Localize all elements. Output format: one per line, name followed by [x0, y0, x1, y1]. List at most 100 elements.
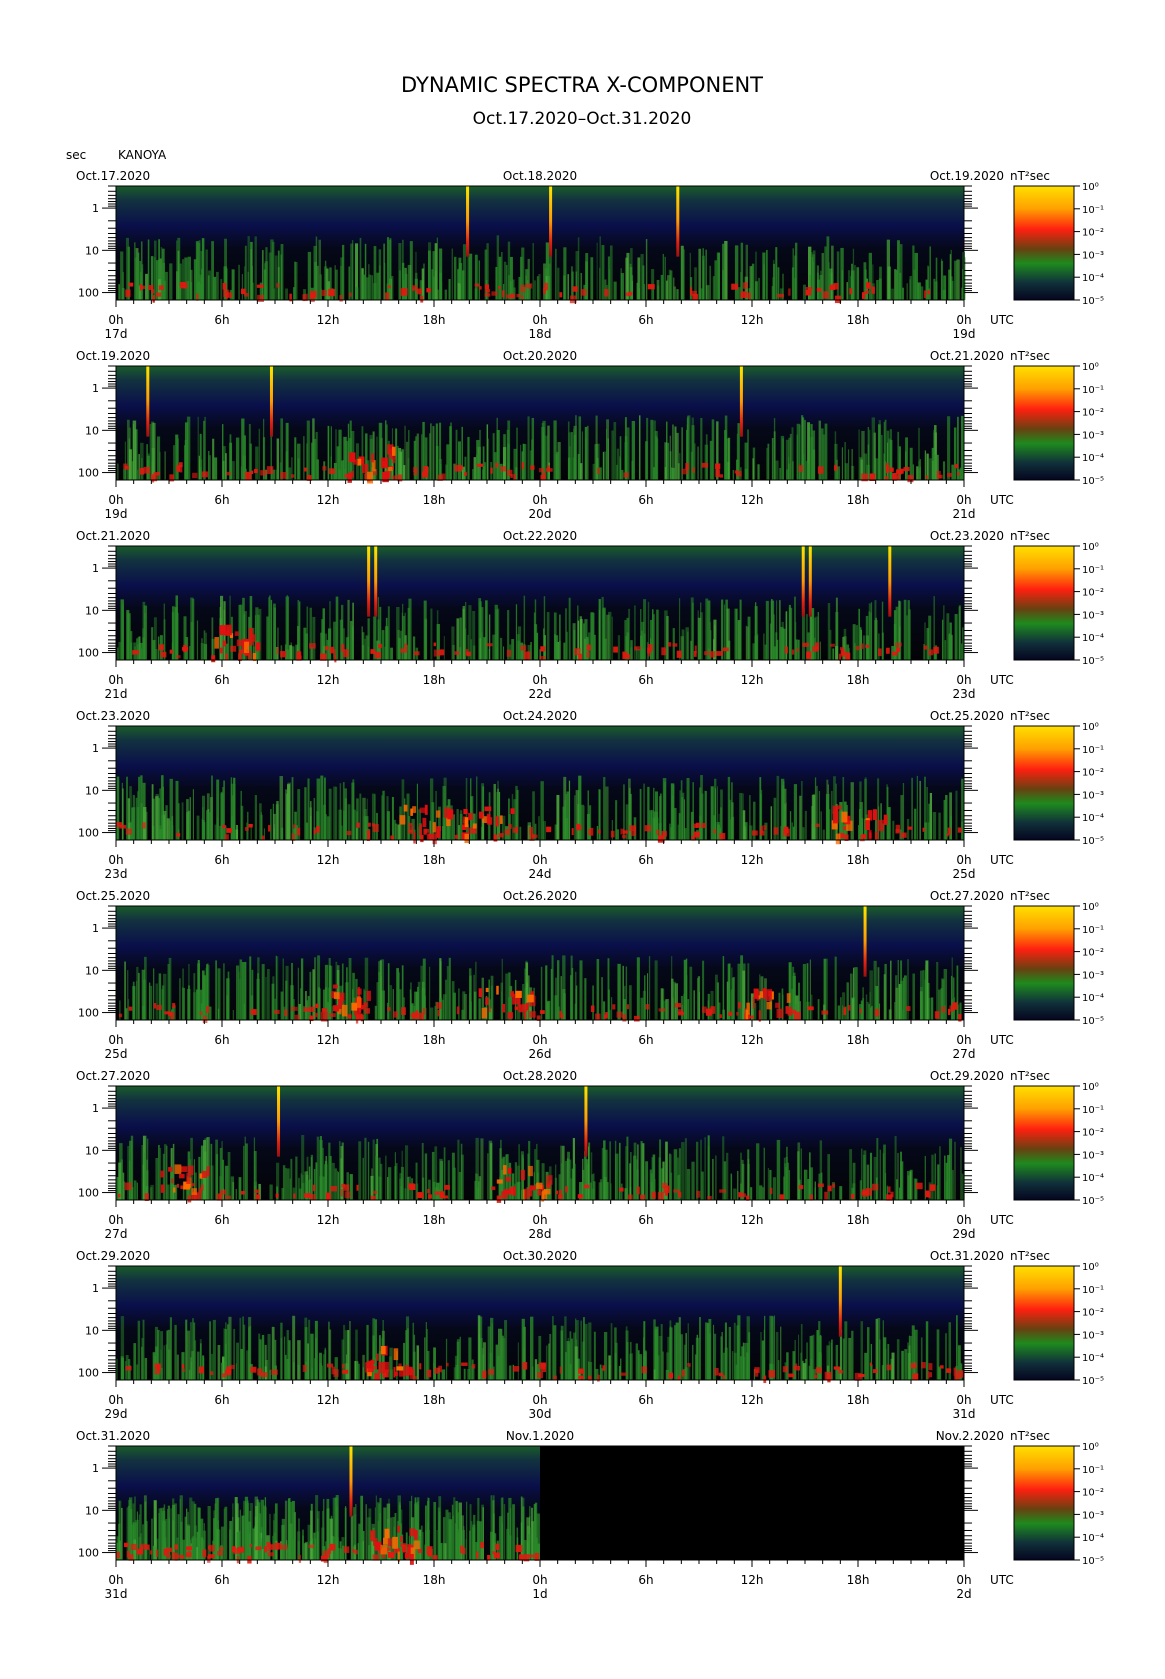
figure-title: DYNAMIC SPECTRA X-COMPONENT — [401, 73, 763, 97]
activity-hotspot — [254, 468, 258, 474]
activity-hotspot — [339, 295, 343, 302]
activity-hotspot — [413, 651, 420, 656]
activity-band — [532, 243, 534, 300]
activity-band — [189, 282, 193, 300]
x-tick-label: 12h — [317, 1213, 340, 1227]
activity-band — [643, 633, 646, 660]
activity-band — [616, 829, 620, 840]
activity-band — [629, 1163, 631, 1200]
activity-band — [726, 608, 730, 660]
activity-hotspot — [719, 1014, 722, 1019]
activity-band — [227, 1152, 231, 1200]
activity-hotspot — [139, 284, 142, 291]
activity-hotspot — [530, 465, 535, 470]
event-hotspot — [478, 988, 483, 998]
activity-band — [894, 1002, 896, 1020]
activity-band — [690, 811, 694, 840]
activity-band — [903, 599, 907, 660]
activity-band — [408, 430, 410, 480]
spectrum-panel-6: Oct.27.2020 Oct.28.2020 Oct.29.20201101000… — [76, 1069, 1104, 1241]
activity-hotspot — [830, 284, 836, 291]
activity-band — [294, 261, 296, 300]
activity-hotspot — [367, 822, 371, 827]
activity-band — [568, 1159, 572, 1200]
activity-band — [884, 1349, 887, 1380]
activity-hotspot — [915, 1182, 923, 1190]
activity-band — [385, 1155, 387, 1200]
activity-hotspot — [845, 652, 851, 660]
activity-hotspot — [661, 831, 667, 837]
activity-hotspot — [325, 646, 329, 651]
activity-hotspot — [714, 1367, 719, 1376]
spectrum-panel-2: Oct.19.2020 Oct.20.2020 Oct.21.20201101000… — [76, 349, 1104, 521]
activity-band — [312, 447, 315, 480]
event-hotspot — [787, 1006, 793, 1016]
activity-hotspot — [525, 283, 533, 289]
activity-band — [488, 1140, 493, 1200]
panel-date-mid: Oct.18.2020 — [503, 169, 577, 183]
activity-band — [747, 429, 749, 480]
activity-hotspot — [479, 286, 482, 290]
activity-hotspot — [851, 1193, 855, 1199]
activity-band — [203, 822, 206, 840]
activity-band — [256, 614, 260, 660]
activity-band — [210, 1143, 213, 1200]
activity-band — [435, 423, 438, 480]
event-hotspot — [332, 984, 338, 989]
activity-band — [906, 615, 908, 660]
activity-band — [657, 285, 660, 300]
event-hotspot — [507, 1012, 514, 1019]
activity-band — [827, 1154, 831, 1200]
activity-band — [611, 430, 614, 480]
activity-band — [870, 1364, 873, 1380]
activity-hotspot — [872, 1369, 878, 1374]
activity-band — [953, 427, 957, 480]
activity-band — [739, 599, 742, 660]
activity-hotspot — [865, 290, 869, 294]
activity-band — [170, 1166, 174, 1200]
activity-hotspot — [222, 282, 227, 290]
activity-band — [352, 640, 354, 660]
activity-band — [476, 454, 480, 480]
activity-hotspot — [206, 1006, 209, 1014]
activity-hotspot — [488, 1006, 491, 1013]
day-label: 26d — [529, 1047, 552, 1061]
activity-band — [662, 1351, 664, 1380]
activity-hotspot — [183, 644, 187, 653]
activity-hotspot — [886, 1364, 892, 1371]
activity-band — [386, 796, 389, 840]
activity-hotspot — [613, 646, 618, 653]
colorbar-tick-label: 10⁰ — [1082, 722, 1099, 733]
event-hotspot — [380, 457, 388, 469]
activity-band — [250, 995, 254, 1020]
activity-band — [285, 288, 288, 300]
activity-hotspot — [620, 1372, 627, 1376]
activity-band — [499, 637, 503, 660]
activity-hotspot — [127, 289, 131, 295]
activity-band — [276, 800, 279, 840]
activity-band — [220, 279, 223, 300]
event-hotspot — [236, 639, 243, 647]
activity-band — [846, 282, 849, 300]
day-label: 27d — [105, 1227, 128, 1241]
activity-hotspot — [815, 1367, 822, 1374]
activity-hotspot — [807, 1006, 814, 1011]
activity-band — [601, 977, 603, 1020]
event-hotspot — [168, 1167, 173, 1172]
y-tick-label: 100 — [78, 827, 99, 840]
colorbar-tick-label: 10⁰ — [1082, 1082, 1099, 1093]
activity-band — [398, 637, 400, 660]
activity-hotspot — [892, 651, 898, 656]
activity-band — [482, 469, 484, 480]
activity-hotspot — [906, 1006, 911, 1012]
activity-hotspot — [322, 466, 327, 471]
activity-band — [954, 614, 958, 660]
activity-band — [162, 262, 165, 300]
activity-band — [186, 799, 189, 840]
activity-band — [160, 1331, 164, 1380]
activity-band — [846, 982, 849, 1020]
activity-band — [274, 255, 278, 300]
event-hotspot — [865, 820, 870, 830]
activity-hotspot — [626, 1004, 629, 1010]
x-tick-label: 6h — [638, 1033, 653, 1047]
